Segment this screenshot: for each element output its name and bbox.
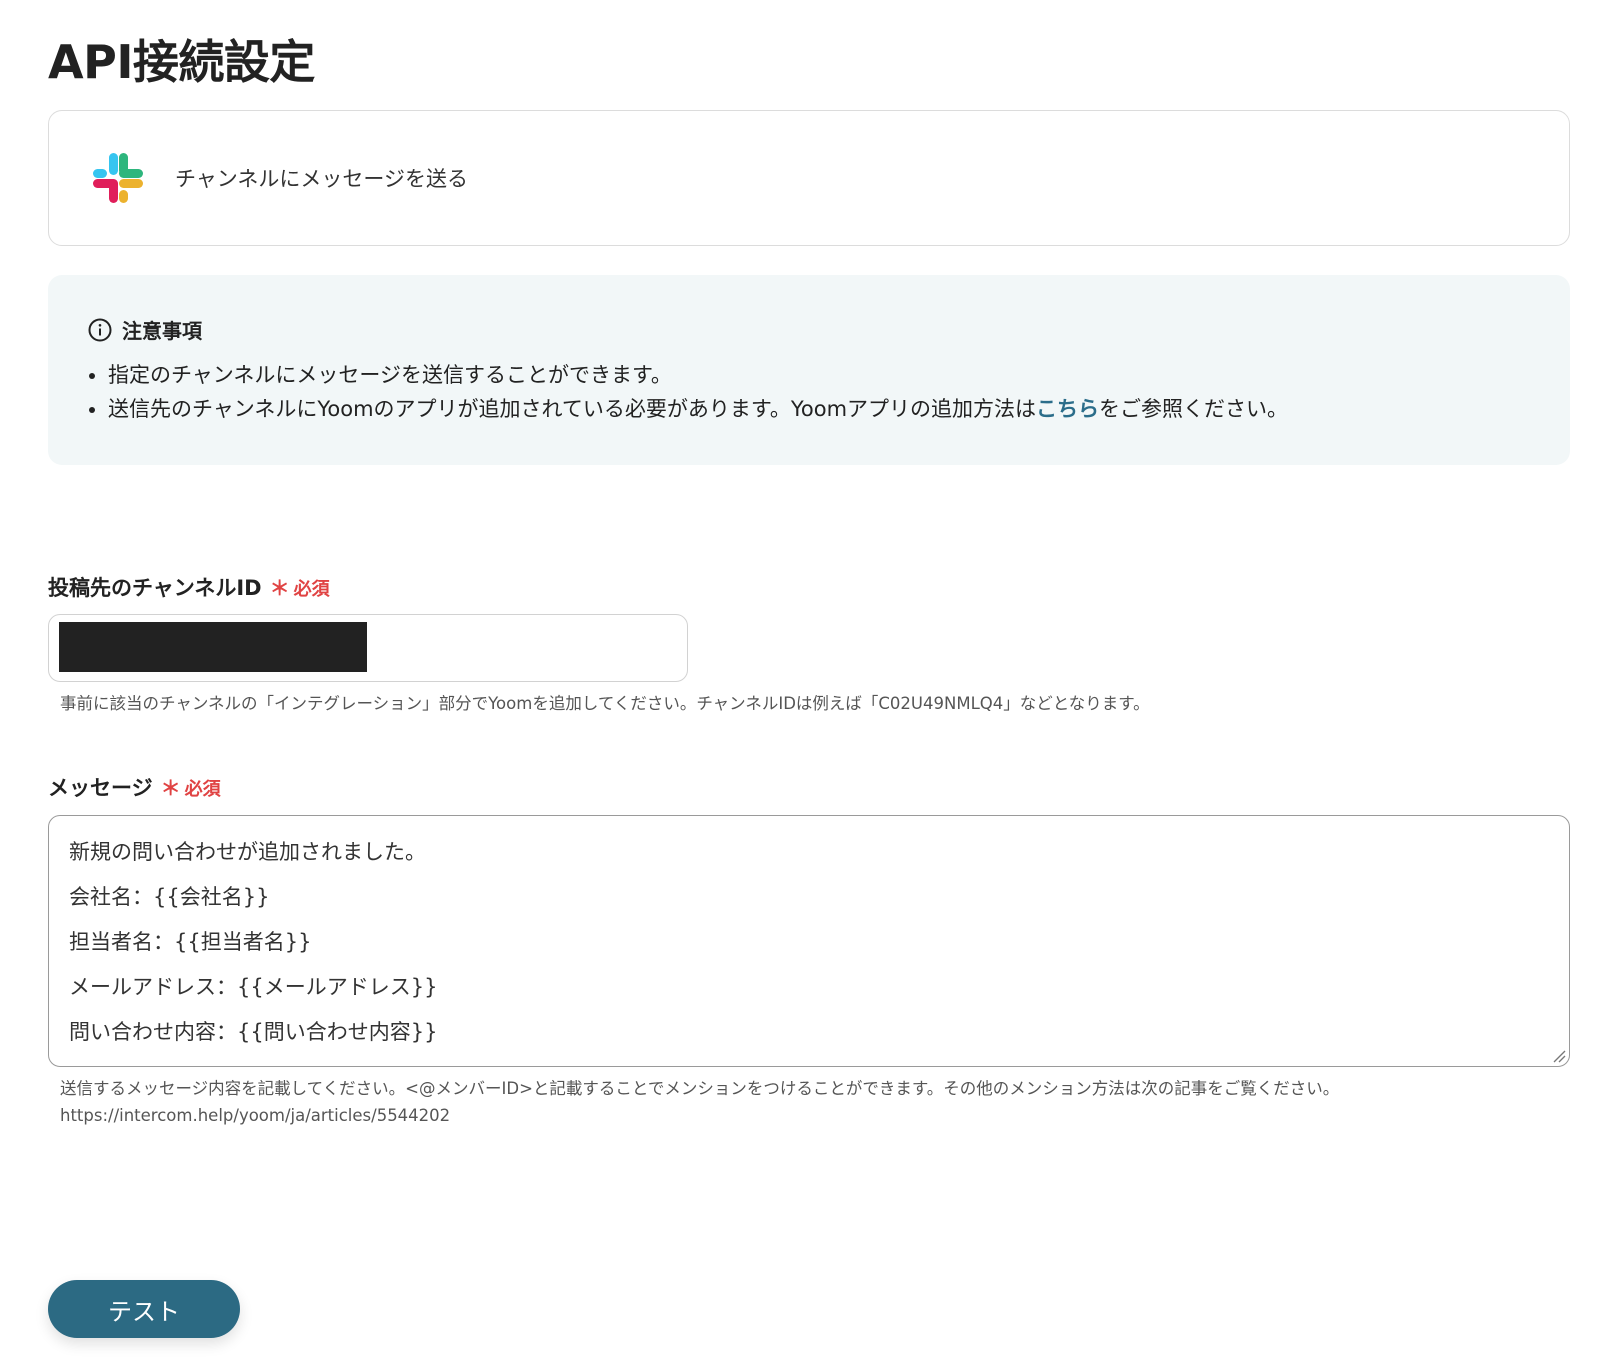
required-star: ＊ <box>269 576 290 600</box>
action-label: チャンネルにメッセージを送る <box>175 167 468 191</box>
resize-handle-icon[interactable] <box>1552 1049 1566 1063</box>
message-line: 問い合わせ内容：{{問い合わせ内容}} <box>69 1020 438 1044</box>
notice-item-text: 送信先のチャンネルにYoomのアプリが追加されている必要があります。Yoomアプ… <box>108 397 1037 421</box>
notice-heading-text: 注意事項 <box>122 319 202 343</box>
notice-heading: 注意事項 <box>88 315 1530 344</box>
message-textarea[interactable]: 新規の問い合わせが追加されました。 会社名：{{会社名}} 担当者名：{{担当者… <box>48 815 1570 1067</box>
channel-id-help: 事前に該当のチャンネルの「インテグレーション」部分でYoomを追加してください。… <box>60 694 1150 713</box>
channel-id-label-text: 投稿先のチャンネルID <box>48 576 262 600</box>
channel-id-label: 投稿先のチャンネルID ＊ 必須 <box>48 572 330 602</box>
message-line: 会社名：{{会社名}} <box>69 885 270 909</box>
message-label-text: メッセージ <box>48 776 153 800</box>
slack-icon <box>93 153 143 203</box>
redacted-value <box>59 622 367 672</box>
channel-id-input[interactable] <box>48 614 688 682</box>
add-app-help-link[interactable]: こちら <box>1036 397 1099 421</box>
notice-box: 注意事項 指定のチャンネルにメッセージを送信することができます。 送信先のチャン… <box>48 275 1570 465</box>
message-line: 担当者名：{{担当者名}} <box>69 930 312 954</box>
message-help: 送信するメッセージ内容を記載してください。<@メンバーID>と記載することでメン… <box>60 1075 1339 1129</box>
required-star: ＊ <box>160 776 181 800</box>
api-connection-settings-page: API接続設定 チャンネルにメッセージを送る 注意事項 • 指定のチャンネルにメ… <box>0 0 1600 1369</box>
notice-list: 指定のチャンネルにメッセージを送信することができます。 送信先のチャンネルにYo… <box>88 358 1530 426</box>
message-help-line: 送信するメッセージ内容を記載してください。<@メンバーID>と記載することでメン… <box>60 1079 1340 1098</box>
message-label: メッセージ ＊ 必須 <box>48 772 221 802</box>
message-line: メールアドレス：{{メールアドレス}} <box>69 975 438 999</box>
page-title: API接続設定 <box>48 35 315 89</box>
notice-item-text: をご参照ください。 <box>1099 397 1289 421</box>
test-button[interactable]: テスト <box>48 1280 240 1338</box>
required-badge: 必須 <box>293 579 330 600</box>
notice-item: 送信先のチャンネルにYoomのアプリが追加されている必要があります。Yoomアプ… <box>108 392 1530 426</box>
action-card: チャンネルにメッセージを送る <box>48 110 1570 246</box>
message-line: 新規の問い合わせが追加されました。 <box>69 840 426 864</box>
required-badge: 必須 <box>184 779 221 800</box>
info-icon <box>88 318 112 341</box>
message-help-url: https://intercom.help/yoom/ja/articles/5… <box>60 1106 451 1125</box>
notice-item: 指定のチャンネルにメッセージを送信することができます。 <box>108 358 1530 392</box>
